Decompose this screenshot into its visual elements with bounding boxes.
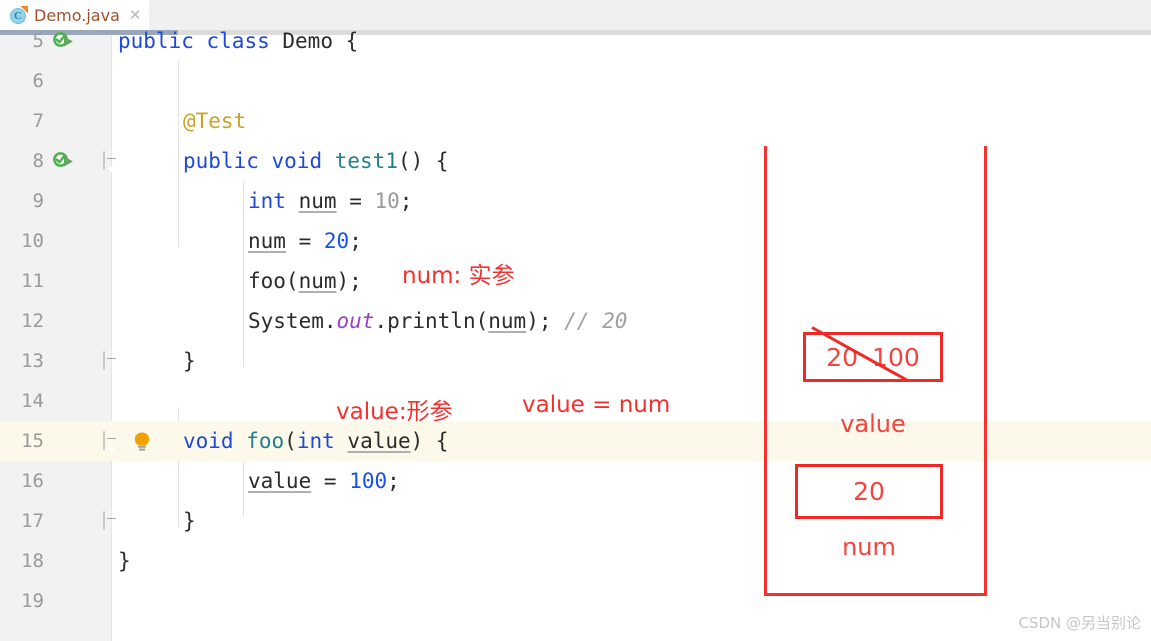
editor-row[interactable]: 6: [0, 61, 1151, 101]
code-line-15: void foo(int value) {: [183, 429, 449, 453]
editor-row[interactable]: 11: [0, 261, 1151, 301]
line-number: 7: [32, 110, 44, 132]
line-number: 6: [32, 70, 44, 92]
line-number: 10: [21, 230, 44, 252]
run-test-icon[interactable]: [52, 150, 74, 172]
code-line-7: @Test: [183, 109, 247, 133]
line-number: 8: [32, 150, 44, 172]
code-fold-icon[interactable]: [103, 431, 120, 452]
editor-row[interactable]: 17: [0, 501, 1151, 541]
editor-row-active[interactable]: 15: [0, 421, 1151, 461]
watermark: CSDN @另当别论: [1018, 614, 1141, 632]
line-number: 13: [21, 350, 44, 372]
screenshot-root: C Demo.java ✕ 5 6 7 8 9 10 11 12 13 14 1…: [0, 0, 1151, 641]
editor-row[interactable]: 8: [0, 141, 1151, 181]
line-number: 19: [21, 590, 44, 612]
line-number: 5: [32, 30, 44, 52]
code-fold-end-icon[interactable]: [103, 511, 120, 531]
line-number: 9: [32, 190, 44, 212]
code-fold-icon[interactable]: [103, 151, 120, 172]
line-number: 12: [21, 310, 44, 332]
editor-row[interactable]: 9: [0, 181, 1151, 221]
intention-bulb-icon[interactable]: [132, 431, 152, 453]
line-number: 14: [21, 390, 44, 412]
code-line-11: foo(num);: [248, 269, 362, 293]
editor-row[interactable]: 19: [0, 581, 1151, 621]
editor-row[interactable]: 16: [0, 461, 1151, 501]
line-number: 15: [21, 430, 44, 452]
code-line-5: public class Demo {: [118, 29, 359, 53]
code-fold-end-icon[interactable]: [103, 351, 120, 371]
line-number: 11: [21, 270, 44, 292]
line-number: 16: [21, 470, 44, 492]
editor-row[interactable]: 13: [0, 341, 1151, 381]
editor-row[interactable]: 14: [0, 381, 1151, 421]
line-number: 17: [21, 510, 44, 532]
code-line-13: }: [183, 349, 196, 373]
code-line-17: }: [183, 509, 196, 533]
line-number: 18: [21, 550, 44, 572]
code-line-9: int num = 10;: [248, 189, 413, 213]
code-line-8: public void test1() {: [183, 149, 449, 173]
editor-row[interactable]: 7: [0, 101, 1151, 141]
code-line-16: value = 100;: [248, 469, 400, 493]
run-test-icon[interactable]: [52, 30, 74, 52]
code-line-12: System.out.println(num); // 20: [248, 309, 628, 333]
editor-row[interactable]: 18: [0, 541, 1151, 581]
editor-row[interactable]: 10: [0, 221, 1151, 261]
code-line-18: }: [118, 549, 131, 573]
code-editor[interactable]: 5 6 7 8 9 10 11 12 13 14 15 16 17 18 19 …: [0, 29, 1151, 641]
code-line-10: num = 20;: [248, 229, 362, 253]
